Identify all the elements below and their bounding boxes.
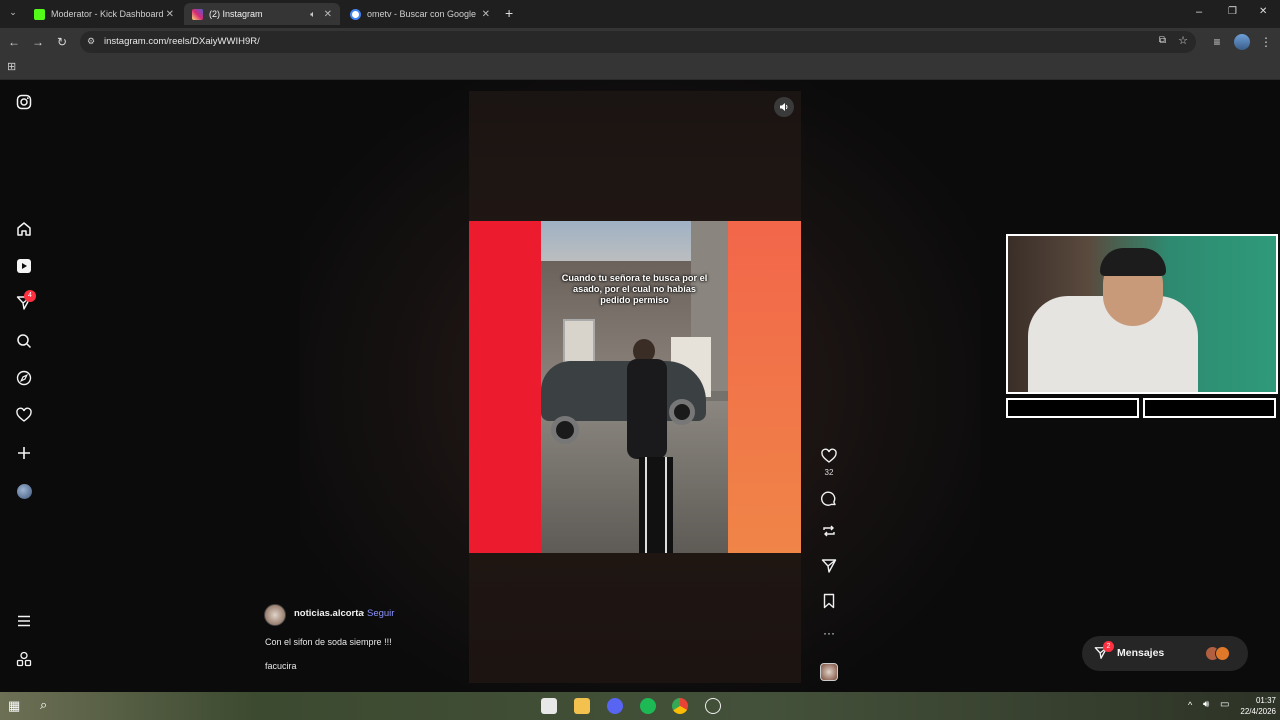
url-text[interactable]: instagram.com/reels/DXaiyWWIH9R/ (104, 31, 260, 53)
clock-time: 01:37 (1255, 696, 1276, 705)
taskbar-obs-icon[interactable] (705, 698, 721, 714)
tab-kick-dashboard[interactable]: Moderator - Kick Dashboard ✕ (26, 3, 182, 25)
tab-search-icon[interactable]: ⌄ (6, 7, 20, 21)
post-caption: Con el sifon de soda siempre !!! (265, 637, 392, 647)
like-heart-icon[interactable] (820, 448, 838, 467)
save-bookmark-icon[interactable] (820, 593, 838, 612)
browser-menu-icon[interactable]: ⋮ (1258, 34, 1274, 50)
close-tab-icon[interactable]: ✕ (482, 9, 490, 20)
system-tray-chevron-icon[interactable]: ^ (1188, 700, 1192, 710)
more-menu-icon[interactable] (14, 613, 34, 633)
webcam-video (1006, 234, 1278, 394)
webcam-overlay (1006, 234, 1278, 420)
audio-thumbnail[interactable] (820, 663, 838, 681)
restore-button[interactable]: ❐ (1228, 6, 1237, 17)
reel-video[interactable]: Cuando tu señora te busca por el asado, … (469, 221, 801, 553)
tab-title: (2) Instagram (209, 9, 263, 19)
messages-badge: 4 (24, 290, 36, 302)
new-tab-button[interactable]: + (505, 5, 513, 21)
tab-title: Moderator - Kick Dashboard (51, 9, 164, 19)
system-clock[interactable]: 01:37 22/4/2026 (1236, 695, 1276, 717)
messages-label: Mensajes (1117, 647, 1165, 659)
taskbar-search-icon[interactable]: ⌕ (40, 697, 47, 713)
network-icon[interactable]: ▭ (1220, 699, 1229, 710)
tab-instagram[interactable]: (2) Instagram 🔈︎ ✕ (184, 3, 340, 25)
back-arrow-icon[interactable]: ← (6, 34, 22, 50)
close-tab-icon[interactable]: ✕ (324, 9, 332, 20)
start-menu-icon[interactable]: ▦ (8, 698, 20, 714)
tab-media-icon[interactable]: ≡ (1209, 34, 1225, 50)
post-caption-extra: facucira (265, 661, 297, 671)
webcam-label-box-left (1006, 398, 1139, 418)
clock-date: 22/4/2026 (1240, 707, 1276, 716)
also-from-meta-icon[interactable] (14, 651, 34, 671)
video-left-red-panel (469, 221, 541, 553)
video-right-orange-panel (728, 221, 801, 553)
taskbar-chrome-icon[interactable] (672, 698, 688, 714)
site-info-icon[interactable]: ⚙ (87, 36, 95, 47)
install-app-icon[interactable]: ⧉ (1159, 35, 1166, 46)
profile-avatar-icon[interactable] (14, 482, 34, 502)
like-count: 32 (824, 468, 834, 477)
webcam-headset (1100, 248, 1166, 276)
reel-player[interactable]: Cuando tu señora te busca por el asado, … (469, 91, 801, 683)
instagram-favicon-icon (192, 8, 203, 20)
browser-toolbar: ← → ↻ ⚙ instagram.com/reels/DXaiyWWIH9R/… (0, 28, 1280, 56)
instagram-logo-icon[interactable] (14, 94, 34, 114)
video-overlay-caption: Cuando tu señora te busca por el asado, … (561, 273, 708, 305)
sidebar-nav: 4 (0, 80, 48, 692)
author-avatar[interactable] (264, 604, 286, 626)
taskbar-file-explorer-icon[interactable] (574, 698, 590, 714)
direct-messages-icon[interactable]: 4 (14, 290, 36, 315)
video-frame-image: Cuando tu señora te busca por el asado, … (541, 221, 728, 553)
follow-button[interactable]: Seguir (367, 608, 394, 619)
profile-avatar[interactable] (1234, 34, 1250, 50)
share-icon[interactable] (820, 558, 838, 577)
more-options-icon[interactable]: ··· (820, 626, 838, 640)
messages-button[interactable]: 2 Mensajes (1082, 636, 1248, 671)
separator-dot: • (361, 608, 365, 618)
kick-favicon-icon (34, 8, 45, 20)
messages-count-badge: 2 (1103, 641, 1114, 652)
taskbar-discord-icon[interactable] (607, 698, 623, 714)
sound-toggle-icon[interactable] (774, 97, 794, 117)
tab-title: ometv - Buscar con Google (367, 9, 477, 19)
forward-arrow-icon[interactable]: → (30, 34, 46, 50)
address-bar[interactable]: ⚙ instagram.com/reels/DXaiyWWIH9R/ ⧉ ☆ (80, 31, 1196, 53)
create-plus-icon[interactable] (14, 445, 34, 465)
bookmark-bar: ⊞ (0, 56, 1280, 80)
close-tab-icon[interactable]: ✕ (166, 9, 174, 20)
webcam-label-box-right (1143, 398, 1276, 418)
bookmark-star-icon[interactable]: ☆ (1178, 34, 1188, 47)
windows-taskbar: ▦ ⌕ ^ 🔊︎ ▭ 01:37 22/4/2026 (0, 692, 1280, 720)
apps-grid-icon[interactable]: ⊞ (7, 60, 16, 73)
close-window-button[interactable]: ✕ (1259, 6, 1267, 17)
repost-icon[interactable] (820, 523, 838, 542)
reload-icon[interactable]: ↻ (54, 34, 70, 50)
browser-tab-bar: ⌄ Moderator - Kick Dashboard ✕ (2) Insta… (0, 0, 1280, 28)
home-icon[interactable] (14, 221, 34, 241)
google-favicon-icon (350, 8, 361, 20)
author-username[interactable]: noticias.alcorta (294, 608, 364, 619)
volume-icon[interactable]: 🔊︎ (1203, 699, 1209, 710)
minimize-button[interactable]: – (1196, 6, 1202, 18)
explore-icon[interactable] (14, 370, 34, 390)
search-icon[interactable] (14, 333, 34, 353)
taskbar-spotify-icon[interactable] (640, 698, 656, 714)
taskbar-store-icon[interactable] (541, 698, 557, 714)
tab-google-search[interactable]: ometv - Buscar con Google ✕ (342, 3, 498, 25)
contact-avatar (1215, 646, 1230, 661)
notifications-heart-icon[interactable] (14, 407, 34, 427)
comment-icon[interactable] (820, 491, 838, 510)
tab-audio-icon[interactable]: 🔈︎ (310, 9, 315, 20)
reels-icon[interactable] (14, 258, 34, 278)
